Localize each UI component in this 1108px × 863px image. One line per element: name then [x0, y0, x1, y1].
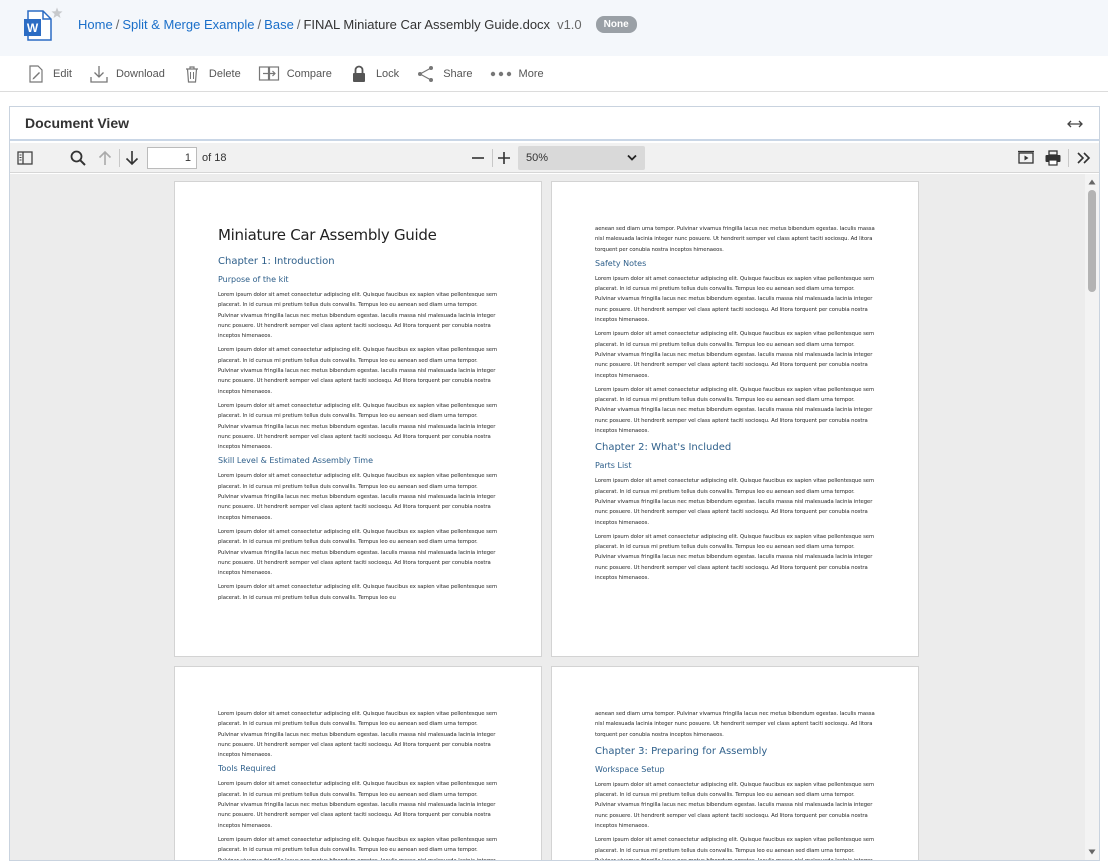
- paragraph: Lorem ipsum dolor sit amet consectetur a…: [218, 781, 498, 829]
- document-view-panel: Document View of 18 50% Miniature Car As…: [9, 106, 1100, 861]
- edit-button[interactable]: Edit: [26, 64, 72, 84]
- chevron-down-icon: [627, 154, 637, 161]
- chapter-heading: Chapter 3: Preparing for Assembly: [595, 745, 768, 757]
- trash-icon: [185, 65, 198, 83]
- scrollbar-thumb[interactable]: [1088, 190, 1096, 292]
- breadcrumb-home[interactable]: Home: [78, 17, 113, 32]
- edit-label: Edit: [53, 67, 72, 80]
- breadcrumb-base[interactable]: Base: [264, 17, 294, 32]
- paragraph: Lorem ipsum dolor sit amet consectetur a…: [218, 711, 498, 759]
- more-tools-icon[interactable]: [1075, 149, 1093, 167]
- paragraph: Lorem ipsum dolor sit amet consectetur a…: [218, 292, 498, 340]
- document-page-2: aenean sed diam urna tempor. Pulvinar vi…: [551, 181, 919, 657]
- download-label: Download: [115, 67, 165, 80]
- status-badge: None: [595, 16, 637, 33]
- scroll-down-icon[interactable]: [1088, 848, 1096, 856]
- zoom-out-icon[interactable]: [469, 149, 487, 167]
- paragraph: Lorem ipsum dolor sit amet consectetur a…: [595, 837, 875, 860]
- lock-button[interactable]: Lock: [349, 64, 399, 84]
- document-title: Miniature Car Assembly Guide: [218, 226, 437, 244]
- share-button[interactable]: Share: [416, 64, 473, 84]
- compare-button[interactable]: Compare: [258, 64, 332, 84]
- breadcrumb-split-merge[interactable]: Split & Merge Example: [122, 17, 254, 32]
- paragraph: Lorem ipsum dolor sit amet consectetur a…: [218, 528, 498, 577]
- version-label: v1.0: [557, 17, 582, 32]
- compare-icon: [258, 65, 279, 81]
- breadcrumb-separator: /: [257, 17, 262, 32]
- previous-page-icon[interactable]: [96, 149, 114, 167]
- search-icon[interactable]: [69, 149, 87, 167]
- more-button[interactable]: More: [490, 64, 544, 84]
- paragraph: Lorem ipsum dolor sit amet consectetur a…: [218, 473, 498, 521]
- breadcrumb-separator: /: [296, 17, 301, 32]
- zoom-select[interactable]: 50%: [518, 146, 645, 170]
- zoom-value: 50%: [526, 152, 549, 164]
- panel-title: Document View: [25, 115, 129, 131]
- download-button[interactable]: Download: [89, 64, 165, 84]
- panel-header: Document View: [10, 107, 1099, 141]
- paragraph: Lorem ipsum dolor sit amet consectetur a…: [595, 533, 875, 582]
- header-bar: W Home / Split & Merge Example / Base / …: [0, 0, 1108, 56]
- paragraph: Lorem ipsum dolor sit amet consectetur a…: [595, 478, 875, 526]
- document-page-1: Miniature Car Assembly Guide Chapter 1: …: [174, 181, 542, 657]
- edit-icon: [29, 64, 43, 83]
- next-page-icon[interactable]: [123, 149, 141, 167]
- delete-button[interactable]: Delete: [182, 64, 241, 84]
- toolbar-divider: [1068, 149, 1069, 167]
- chapter-heading: Chapter 2: What's Included: [595, 442, 732, 454]
- document-page-4: aenean sed diam urna tempor. Pulvinar vi…: [551, 666, 919, 860]
- paragraph: Lorem ipsum dolor sit amet consectetur a…: [218, 402, 498, 451]
- paragraph: aenean sed diam urna tempor. Pulvinar vi…: [595, 711, 875, 738]
- download-icon: [90, 65, 108, 83]
- word-doc-icon: W: [24, 10, 52, 41]
- share-label: Share: [443, 67, 473, 80]
- section-heading: Safety Notes: [595, 258, 647, 268]
- section-heading: Parts List: [595, 461, 632, 471]
- file-name: FINAL Miniature Car Assembly Guide.docx: [303, 17, 551, 32]
- action-toolbar: Edit Download Delete Compare Lock Share …: [0, 56, 1108, 92]
- paragraph: Lorem ipsum dolor sit amet consectetur a…: [218, 836, 498, 860]
- paragraph: Lorem ipsum dolor sit amet consectetur a…: [595, 781, 875, 830]
- vertical-scrollbar[interactable]: [1085, 174, 1099, 860]
- paragraph: Lorem ipsum dolor sit amet consectetur a…: [595, 275, 875, 324]
- compare-label: Compare: [286, 67, 332, 80]
- more-icon: [490, 71, 511, 76]
- page-total-label: of 18: [202, 152, 227, 164]
- paragraph: Lorem ipsum dolor sit amet consectetur a…: [595, 386, 875, 435]
- scroll-up-icon[interactable]: [1088, 178, 1096, 186]
- viewer-toolbar: of 18 50%: [10, 143, 1099, 173]
- chapter-heading: Chapter 1: Introduction: [218, 256, 335, 267]
- lock-icon: [352, 65, 365, 82]
- section-heading: Purpose of the kit: [218, 275, 289, 284]
- document-page-3: Lorem ipsum dolor sit amet consectetur a…: [174, 666, 542, 860]
- document-canvas[interactable]: Miniature Car Assembly Guide Chapter 1: …: [10, 174, 1099, 860]
- print-icon[interactable]: [1044, 149, 1062, 167]
- paragraph: aenean sed diam urna tempor. Pulvinar vi…: [595, 226, 875, 253]
- share-icon: [418, 65, 434, 82]
- paragraph: Lorem ipsum dolor sit amet consectetur a…: [218, 347, 498, 395]
- paragraph: Lorem ipsum dolor sit amet consectetur a…: [218, 584, 498, 601]
- sidebar-toggle-icon[interactable]: [16, 149, 34, 167]
- breadcrumb: Home / Split & Merge Example / Base / FI…: [78, 16, 637, 33]
- breadcrumb-separator: /: [115, 17, 120, 32]
- zoom-in-icon[interactable]: [495, 149, 513, 167]
- delete-label: Delete: [208, 67, 241, 80]
- star-icon[interactable]: [51, 7, 63, 19]
- section-heading: Workspace Setup: [595, 764, 665, 774]
- paragraph: Lorem ipsum dolor sit amet consectetur a…: [595, 331, 875, 379]
- expand-horizontal-icon[interactable]: [1067, 116, 1083, 132]
- lock-label: Lock: [375, 67, 400, 80]
- toolbar-divider: [492, 149, 493, 167]
- section-heading: Tools Required: [218, 764, 276, 774]
- more-label: More: [518, 67, 544, 80]
- svg-text:W: W: [27, 21, 39, 35]
- page-number-input[interactable]: [147, 147, 197, 169]
- presentation-mode-icon[interactable]: [1017, 149, 1035, 167]
- section-heading: Skill Level & Estimated Assembly Time: [218, 456, 373, 466]
- toolbar-divider: [119, 149, 120, 167]
